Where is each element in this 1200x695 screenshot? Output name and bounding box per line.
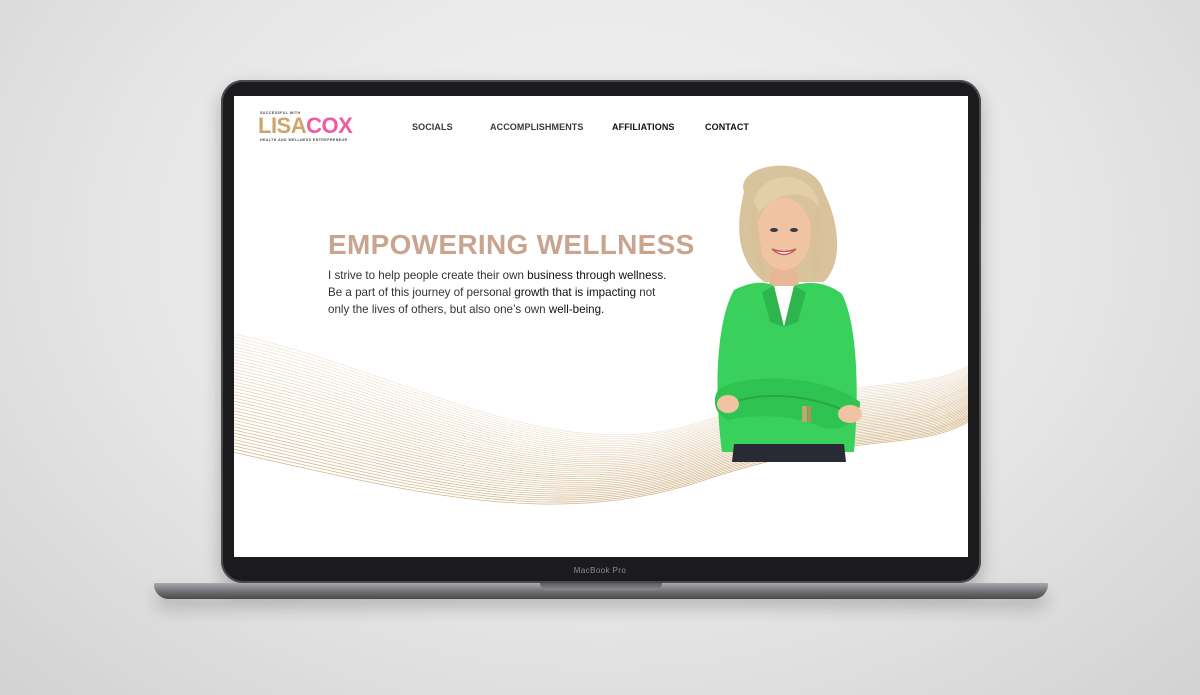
nav-socials[interactable]: SOCIALS [412,122,453,132]
site-logo[interactable]: SUCCESSFUL WITH LISACOX HEALTH AND WELLN… [258,110,358,146]
nav-contact[interactable]: CONTACT [705,122,749,132]
portrait-image [714,165,862,462]
logo-last-name: COX [306,113,353,138]
laptop-notch [540,583,662,590]
logo-subtitle: HEALTH AND WELLNESS ENTREPRENEUR [260,138,348,142]
device-bezel-label: MacBook Pro [573,566,627,575]
browser-screen: SUCCESSFUL WITH LISACOX HEALTH AND WELLN… [234,96,968,557]
nav-affiliations[interactable]: AFFILIATIONS [612,122,675,132]
hero-title: EMPOWERING WELLNESS [328,229,695,260]
nav-accomplishments[interactable]: ACCOMPLISHMENTS [490,122,584,132]
logo-first-name: LISA [258,113,307,138]
hero-description: I strive to help people create their own… [328,269,667,316]
